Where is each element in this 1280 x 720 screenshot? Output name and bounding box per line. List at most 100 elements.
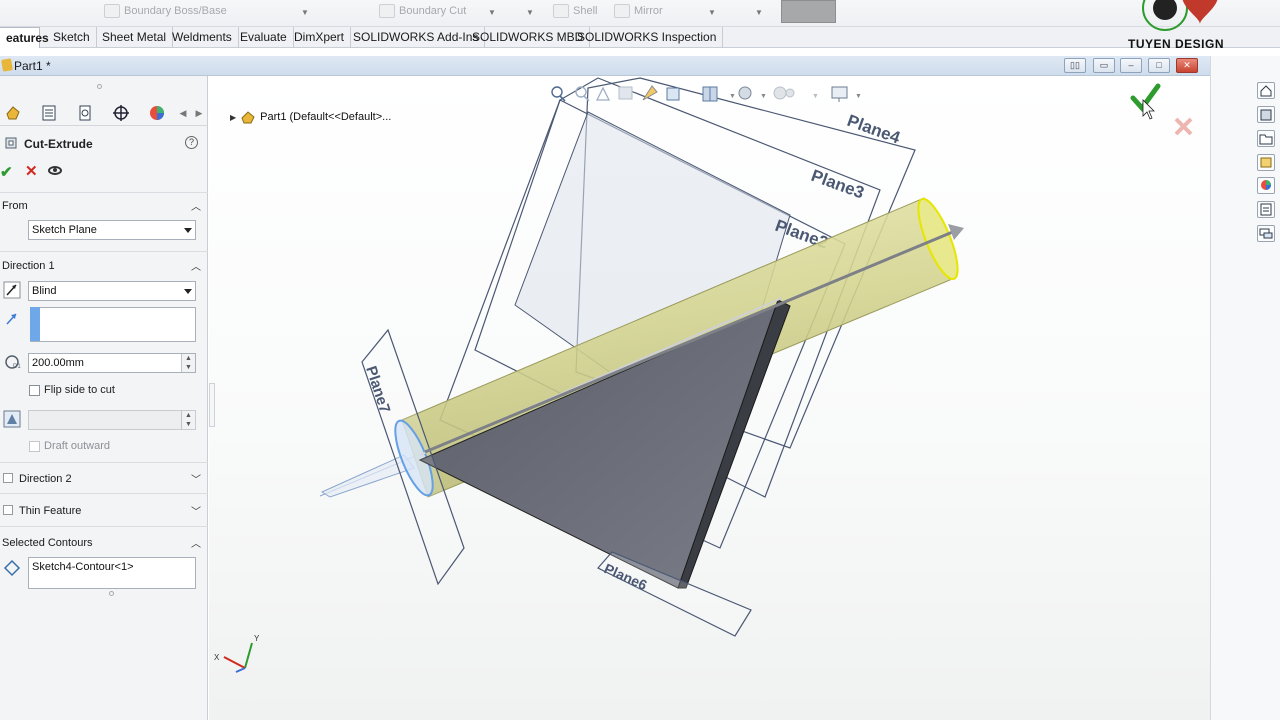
- model-viewport[interactable]: Plane4 Plane3 Plane2 Plane7 Plane6 Y X ▼…: [209, 76, 1210, 720]
- custom-properties-icon[interactable]: [1257, 201, 1275, 218]
- graphics-area[interactable]: Plane4 Plane3 Plane2 Plane7 Plane6 Y X ▼…: [209, 76, 1210, 720]
- boundary-boss-base-button[interactable]: Boundary Boss/Base: [104, 4, 227, 18]
- previous-view-icon[interactable]: [595, 86, 611, 101]
- selected-contours-list[interactable]: Sketch4-Contour<1>: [28, 557, 196, 589]
- chevron-down-icon[interactable]: ﹀: [191, 503, 201, 518]
- part-icon: [241, 111, 255, 124]
- tab-sheet-metal[interactable]: Sheet Metal: [96, 27, 174, 48]
- command-manager-tabs: eatures Sketch Sheet Metal Weldments Eva…: [0, 27, 1280, 48]
- file-explorer-icon[interactable]: [1257, 130, 1275, 147]
- chevron-down-icon[interactable]: ▼: [729, 93, 736, 100]
- triad-y-label: Y: [254, 634, 260, 643]
- close-button[interactable]: ✕: [1176, 58, 1198, 73]
- feature-manager-tab[interactable]: [0, 102, 26, 124]
- tile-icon[interactable]: ▯▯: [1064, 58, 1086, 73]
- chevron-down-icon[interactable]: ▼: [488, 8, 496, 17]
- section-view-icon[interactable]: [618, 86, 633, 100]
- confirmation-ok-icon[interactable]: [1130, 83, 1161, 120]
- divider: [0, 526, 208, 527]
- maximize-button[interactable]: □: [1148, 58, 1170, 73]
- selection-active-strip: [30, 307, 40, 341]
- flip-side-checkbox[interactable]: Flip side to cut: [29, 384, 115, 396]
- boundary-cut-button[interactable]: Boundary Cut: [379, 4, 466, 18]
- from-section-header[interactable]: From ︿: [0, 196, 208, 216]
- tab-weldments[interactable]: Weldments: [166, 27, 239, 48]
- checkbox-box[interactable]: [29, 440, 40, 452]
- help-icon[interactable]: ?: [185, 136, 198, 149]
- divider: [0, 493, 208, 494]
- display-style-icon[interactable]: [702, 86, 718, 102]
- draft-icon[interactable]: [3, 410, 21, 428]
- end-condition-select[interactable]: Blind: [28, 281, 196, 301]
- direction2-checkbox[interactable]: [3, 473, 13, 483]
- minimize-button[interactable]: –: [1120, 58, 1142, 73]
- zoom-to-fit-icon[interactable]: [551, 86, 566, 102]
- direction2-section-header[interactable]: Direction 2 ﹀: [0, 469, 208, 489]
- appearances-icon[interactable]: [1257, 177, 1275, 194]
- panel-grip[interactable]: [97, 84, 102, 89]
- tab-features[interactable]: eatures: [0, 27, 49, 48]
- chevron-down-icon: [184, 289, 192, 294]
- depth-spinner[interactable]: ▲ ▼: [181, 354, 195, 372]
- chevron-down-icon[interactable]: ▼: [301, 8, 309, 17]
- divider: [0, 192, 208, 193]
- direction-reference-field[interactable]: [30, 307, 196, 342]
- preview-eye-icon[interactable]: [48, 166, 62, 175]
- tab-solidworks-inspection[interactable]: SOLIDWORKS Inspection: [571, 27, 724, 48]
- split-icon[interactable]: ▭: [1093, 58, 1115, 73]
- chevron-up-icon[interactable]: ︿: [191, 258, 201, 273]
- tab-evaluate[interactable]: Evaluate: [234, 27, 294, 48]
- chevron-up-icon[interactable]: ︿: [191, 198, 201, 213]
- flyout-feature-tree[interactable]: ▶ Part1 (Default<<Default>...: [230, 110, 391, 124]
- triad-x-label: X: [214, 653, 220, 662]
- selected-contours-section-header[interactable]: Selected Contours ︿: [0, 533, 208, 553]
- expand-arrow-icon[interactable]: ▶: [230, 113, 236, 122]
- draft-outward-checkbox[interactable]: Draft outward: [29, 440, 110, 452]
- draft-spinner[interactable]: ▲ ▼: [181, 411, 195, 429]
- configuration-manager-tab[interactable]: [72, 102, 98, 124]
- ok-check-icon[interactable]: ✔: [0, 163, 13, 181]
- view-palette-icon[interactable]: [1257, 154, 1275, 171]
- chevron-down-icon[interactable]: ﹀: [191, 471, 201, 486]
- tab-solidworks-add-ins[interactable]: SOLIDWORKS Add-Ins: [347, 27, 486, 48]
- display-manager-tab[interactable]: [144, 102, 170, 124]
- thin-feature-checkbox[interactable]: [3, 505, 13, 515]
- dynamic-annotation-icon[interactable]: [642, 85, 658, 101]
- design-library-icon[interactable]: [1257, 106, 1275, 123]
- reverse-direction-icon[interactable]: [3, 281, 21, 299]
- chevron-down-icon[interactable]: ▼: [855, 93, 862, 100]
- chevron-down-icon[interactable]: ▼: [760, 93, 767, 100]
- list-resize-grip[interactable]: [109, 591, 114, 596]
- panel-splitter-handle[interactable]: [209, 383, 215, 427]
- checkbox-box[interactable]: [29, 384, 40, 396]
- chevron-down-icon[interactable]: ▼: [526, 8, 534, 17]
- thin-feature-section-header[interactable]: Thin Feature ﹀: [0, 501, 208, 521]
- tab-scroll-right-icon[interactable]: ▶: [190, 102, 208, 124]
- chevron-down-icon[interactable]: ▼: [708, 8, 716, 17]
- dimxpert-manager-tab[interactable]: [108, 102, 134, 124]
- chevron-up-icon[interactable]: ︿: [191, 535, 201, 550]
- plane4-label: Plane4: [845, 111, 904, 148]
- depth-input[interactable]: 200.00mm ▲ ▼: [28, 353, 196, 373]
- view-orientation-icon[interactable]: [666, 87, 680, 101]
- direction1-section-header[interactable]: Direction 1 ︿: [0, 256, 208, 276]
- cancel-x-icon[interactable]: ✕: [25, 162, 38, 180]
- hide-show-items-icon[interactable]: [738, 86, 752, 100]
- svg-text:D1: D1: [13, 364, 21, 370]
- tab-dimxpert[interactable]: DimXpert: [288, 27, 352, 48]
- home-icon[interactable]: [1257, 82, 1275, 99]
- edit-appearance-icon[interactable]: [773, 86, 795, 100]
- from-select[interactable]: Sketch Plane: [28, 220, 196, 240]
- chevron-down-icon[interactable]: ▼: [755, 8, 763, 17]
- chevron-down-icon[interactable]: ▼: [812, 93, 819, 100]
- configuration-icon: [79, 105, 91, 121]
- mirror-button[interactable]: Mirror: [614, 4, 663, 18]
- property-manager-tab[interactable]: [36, 102, 62, 124]
- toolbar-highlight-block[interactable]: [781, 0, 836, 23]
- shell-button[interactable]: Shell: [553, 4, 597, 18]
- tab-sketch[interactable]: Sketch: [47, 27, 97, 48]
- confirmation-cancel-icon[interactable]: [1174, 117, 1193, 136]
- forum-icon[interactable]: [1257, 225, 1275, 242]
- view-settings-icon[interactable]: [831, 86, 848, 102]
- draft-angle-input[interactable]: ▲ ▼: [28, 410, 196, 430]
